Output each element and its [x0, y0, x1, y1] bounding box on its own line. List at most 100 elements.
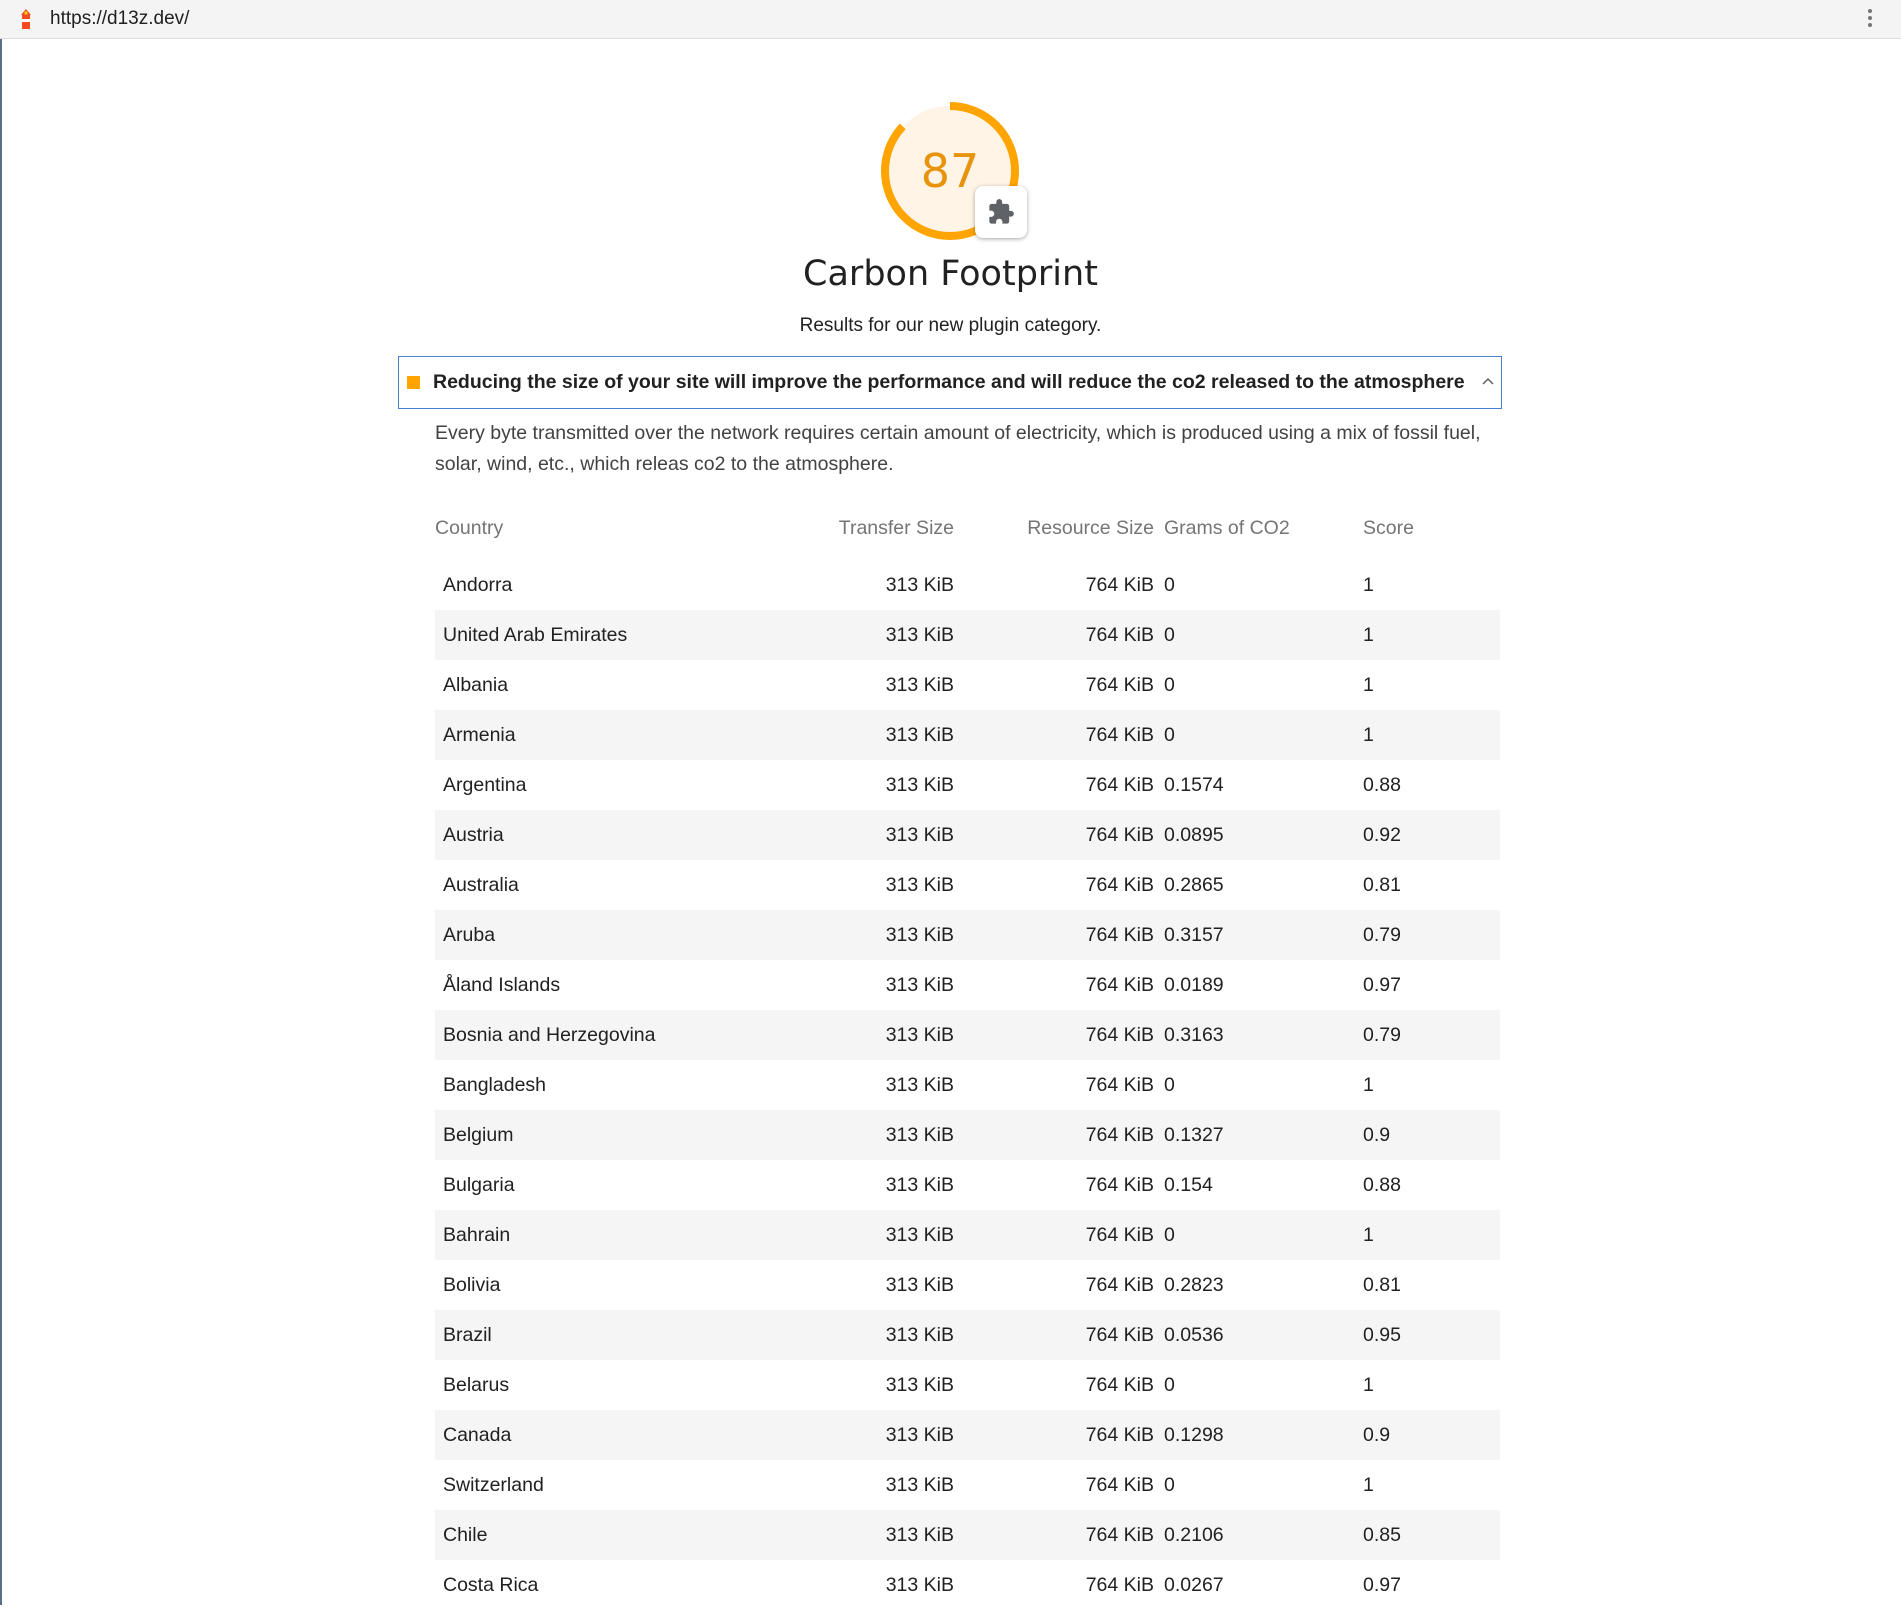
- cell-score: 0.9: [1363, 1124, 1391, 1146]
- cell-grams-co2: 0.3163: [1164, 1024, 1224, 1046]
- cell-country: Australia: [443, 874, 519, 896]
- cell-grams-co2: 0.154: [1164, 1174, 1213, 1196]
- cell-country: Bulgaria: [443, 1174, 515, 1196]
- table-row: Switzerland 313 KiB 764 KiB 0 1: [435, 1460, 1500, 1510]
- cell-country: Belgium: [443, 1124, 514, 1146]
- puzzle-piece-icon: [989, 199, 1014, 224]
- cell-country: Bolivia: [443, 1274, 501, 1296]
- cell-resource-size: 764 KiB: [1085, 874, 1154, 896]
- table-row: Bulgaria 313 KiB 764 KiB 0.154 0.88: [435, 1160, 1500, 1210]
- cell-grams-co2: 0: [1164, 1074, 1175, 1096]
- cell-transfer-size: 313 KiB: [885, 1424, 954, 1446]
- cell-score: 1: [1363, 624, 1374, 646]
- cell-grams-co2: 0.0189: [1164, 974, 1224, 996]
- cell-transfer-size: 313 KiB: [885, 1274, 954, 1296]
- cell-country: Brazil: [443, 1324, 492, 1346]
- cell-transfer-size: 313 KiB: [885, 924, 954, 946]
- header-score: Score: [1363, 517, 1414, 539]
- cell-resource-size: 764 KiB: [1085, 824, 1154, 846]
- cell-country: Andorra: [443, 574, 513, 596]
- chevron-up-icon[interactable]: [1481, 375, 1495, 389]
- cell-resource-size: 764 KiB: [1085, 1524, 1154, 1546]
- cell-country: Austria: [443, 824, 504, 846]
- cell-grams-co2: 0: [1164, 624, 1175, 646]
- cell-score: 0.92: [1363, 824, 1401, 846]
- cell-transfer-size: 313 KiB: [885, 1474, 954, 1496]
- cell-transfer-size: 313 KiB: [885, 1224, 954, 1246]
- cell-grams-co2: 0.1574: [1164, 774, 1224, 796]
- table-row: Bolivia 313 KiB 764 KiB 0.2823 0.81: [435, 1260, 1500, 1310]
- cell-country: Belarus: [443, 1374, 510, 1396]
- table-row: Brazil 313 KiB 764 KiB 0.0536 0.95: [435, 1310, 1500, 1360]
- cell-grams-co2: 0: [1164, 574, 1175, 596]
- cell-resource-size: 764 KiB: [1085, 674, 1154, 696]
- cell-resource-size: 764 KiB: [1085, 1324, 1154, 1346]
- table-body: Andorra 313 KiB 764 KiB 0 1 United Arab Emira…: [435, 560, 1500, 1610]
- cell-transfer-size: 313 KiB: [885, 674, 954, 696]
- cell-score: 1: [1363, 1224, 1374, 1246]
- header-grams-co2: Grams of CO2: [1164, 517, 1290, 539]
- cell-score: 0.81: [1363, 1274, 1401, 1296]
- header-resource-size: Resource Size: [1027, 517, 1154, 539]
- cell-country: United Arab Emirates: [443, 624, 628, 646]
- cell-country: Bosnia and Herzegovina: [443, 1024, 656, 1046]
- cell-grams-co2: 0: [1164, 724, 1175, 746]
- cell-country: Chile: [443, 1524, 488, 1546]
- table-row: Andorra 313 KiB 764 KiB 0 1: [435, 560, 1500, 610]
- table-row: Bosnia and Herzegovina 313 KiB 764 KiB 0.31…: [435, 1010, 1500, 1060]
- table-row: Bahrain 313 KiB 764 KiB 0 1: [435, 1210, 1500, 1260]
- cell-resource-size: 764 KiB: [1085, 774, 1154, 796]
- cell-score: 0.79: [1363, 1024, 1401, 1046]
- cell-grams-co2: 0.0536: [1164, 1324, 1224, 1346]
- table-row: Aruba 313 KiB 764 KiB 0.3157 0.79: [435, 910, 1500, 960]
- cell-grams-co2: 0: [1164, 1374, 1175, 1396]
- table-header: Country Transfer Size Resource Size Gram…: [435, 511, 1500, 547]
- cell-transfer-size: 313 KiB: [885, 624, 954, 646]
- cell-score: 0.97: [1363, 974, 1401, 996]
- cell-resource-size: 764 KiB: [1085, 724, 1154, 746]
- lighthouse-icon: [21, 9, 31, 29]
- cell-country: Switzerland: [443, 1474, 544, 1496]
- cell-resource-size: 764 KiB: [1085, 924, 1154, 946]
- cell-grams-co2: 0.1298: [1164, 1424, 1224, 1446]
- cell-resource-size: 764 KiB: [1085, 1224, 1154, 1246]
- results-table: Country Transfer Size Resource Size Gram…: [435, 511, 1500, 1610]
- cell-grams-co2: 0: [1164, 674, 1175, 696]
- browser-toolbar: https://d13z.dev/: [0, 0, 1901, 39]
- cell-score: 0.81: [1363, 874, 1401, 896]
- cell-resource-size: 764 KiB: [1085, 1174, 1154, 1196]
- cell-score: 1: [1363, 724, 1374, 746]
- table-row: Chile 313 KiB 764 KiB 0.2106 0.85: [435, 1510, 1500, 1560]
- cell-transfer-size: 313 KiB: [885, 724, 954, 746]
- table-row: Costa Rica 313 KiB 764 KiB 0.0267 0.97: [435, 1560, 1500, 1610]
- url-text[interactable]: https://d13z.dev/: [50, 8, 189, 30]
- table-row: Austria 313 KiB 764 KiB 0.0895 0.92: [435, 810, 1500, 860]
- audit-header[interactable]: Reducing the size of your site will impr…: [398, 356, 1502, 409]
- cell-transfer-size: 313 KiB: [885, 1124, 954, 1146]
- cell-score: 0.97: [1363, 1574, 1401, 1596]
- cell-resource-size: 764 KiB: [1085, 624, 1154, 646]
- cell-transfer-size: 313 KiB: [885, 1174, 954, 1196]
- cell-country: Canada: [443, 1424, 512, 1446]
- audit-status-square-icon: [407, 376, 420, 389]
- header-country: Country: [435, 517, 504, 539]
- cell-score: 1: [1363, 574, 1374, 596]
- cell-score: 1: [1363, 674, 1374, 696]
- cell-resource-size: 764 KiB: [1085, 1574, 1154, 1596]
- table-row: Armenia 313 KiB 764 KiB 0 1: [435, 710, 1500, 760]
- category-title: Carbon Footprint: [803, 254, 1098, 294]
- cell-transfer-size: 313 KiB: [885, 1574, 954, 1596]
- cell-resource-size: 764 KiB: [1085, 1074, 1154, 1096]
- cell-transfer-size: 313 KiB: [885, 1324, 954, 1346]
- cell-grams-co2: 0: [1164, 1474, 1175, 1496]
- cell-country: Bangladesh: [443, 1074, 547, 1096]
- cell-transfer-size: 313 KiB: [885, 874, 954, 896]
- table-row: Canada 313 KiB 764 KiB 0.1298 0.9: [435, 1410, 1500, 1460]
- cell-transfer-size: 313 KiB: [885, 1374, 954, 1396]
- more-menu-icon[interactable]: [1867, 7, 1873, 31]
- cell-country: Aruba: [443, 924, 496, 946]
- cell-grams-co2: 0.3157: [1164, 924, 1224, 946]
- category-description: Results for our new plugin category.: [799, 315, 1102, 336]
- cell-transfer-size: 313 KiB: [885, 774, 954, 796]
- audit-description: Every byte transmitted over the network …: [435, 422, 1481, 475]
